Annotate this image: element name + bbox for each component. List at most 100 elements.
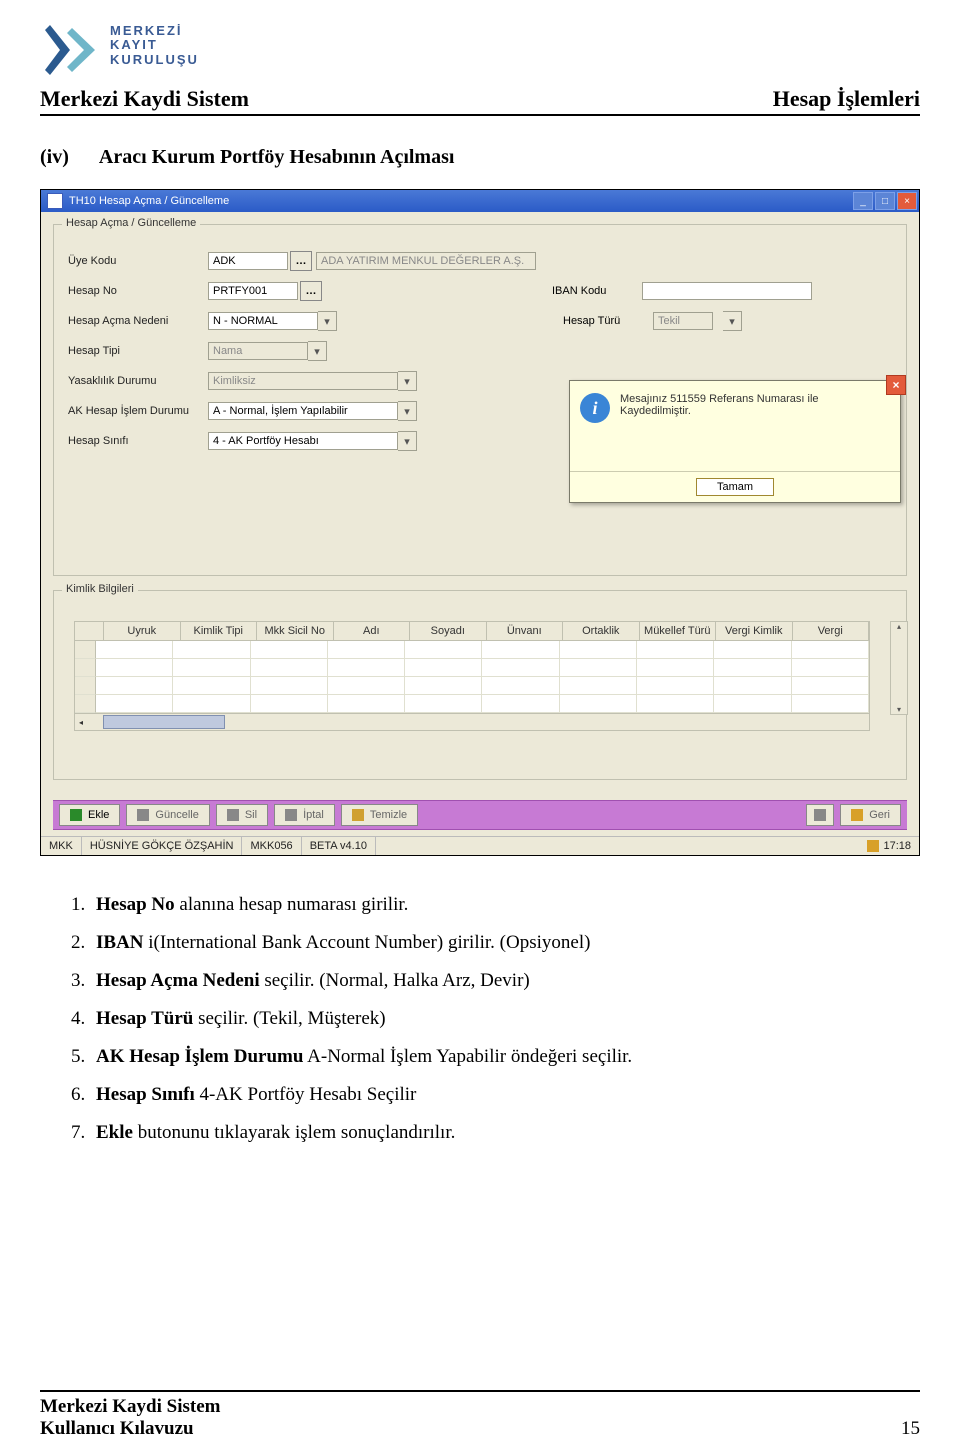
page-number: 15 [901, 1418, 920, 1440]
status-time: 17:18 [859, 837, 919, 855]
grid-header: Vergi Kimlik [716, 622, 793, 641]
label-iban-kodu: IBAN Kodu [552, 285, 632, 297]
input-uye-kodu[interactable]: ADK [208, 252, 288, 270]
print-button[interactable] [806, 804, 834, 826]
vertical-scrollbar[interactable]: ▴▾ [890, 621, 908, 715]
iptal-button[interactable]: İptal [274, 804, 335, 826]
page-header-bar: Merkezi Kaydi Sistem Hesap İşlemleri [40, 86, 920, 116]
label-ak-islem: AK Hesap İşlem Durumu [68, 405, 208, 417]
clear-icon [352, 809, 364, 821]
action-bar: Ekle Güncelle Sil İptal Temizle Geri [53, 800, 907, 830]
popup-message: Mesajınız 511559 Referans Numarası ile K… [620, 393, 890, 417]
page-footer: Merkezi Kaydi Sistem Kullanıcı Kılavuzu … [40, 1390, 920, 1440]
cancel-icon [285, 809, 297, 821]
brand-line2: KAYIT [110, 38, 199, 52]
info-popup: × i Mesajınız 511559 Referans Numarası i… [569, 380, 901, 503]
chevron-down-icon[interactable]: ▾ [398, 431, 417, 451]
label-hesap-acma-nedeni: Hesap Açma Nedeni [68, 315, 208, 327]
chevron-down-icon[interactable]: ▾ [723, 311, 742, 331]
label-uye-kodu: Üye Kodu [68, 255, 208, 267]
grid-header: Uyruk [104, 622, 181, 641]
app-window: TH10 Hesap Açma / Güncelleme _ □ × Hesap… [40, 189, 920, 856]
minimize-button[interactable]: _ [853, 192, 873, 210]
steps-list: Hesap No alanına hesap numarası girilir.… [90, 886, 920, 1152]
app-icon [47, 193, 63, 209]
horizontal-scrollbar[interactable]: ◂ [75, 713, 869, 730]
status-cell [376, 837, 860, 855]
grid-header: Kimlik Tipi [181, 622, 258, 641]
grid-header: Mükellef Türü [640, 622, 717, 641]
brand-header: MERKEZİ KAYIT KURULUŞU [40, 20, 920, 80]
input-hesap-no[interactable]: PRTFY001 [208, 282, 298, 300]
status-cell: MKK056 [242, 837, 301, 855]
step-item: Hesap Açma Nedeni seçilir. (Normal, Halk… [90, 962, 920, 1000]
select-hesap-sinifi[interactable]: 4 - AK Portföy Hesabı [208, 432, 398, 450]
status-cell: MKK [41, 837, 82, 855]
sil-button[interactable]: Sil [216, 804, 268, 826]
lookup-uye-kodu-button[interactable]: … [290, 251, 312, 271]
section-title: Aracı Kurum Portföy Hesabının Açılması [99, 146, 455, 169]
select-ak-islem[interactable]: A - Normal, İşlem Yapılabilir [208, 402, 398, 420]
maximize-button[interactable]: □ [875, 192, 895, 210]
fieldset-legend: Hesap Açma / Güncelleme [62, 217, 200, 229]
chevron-down-icon[interactable]: ▾ [308, 341, 327, 361]
grid-row[interactable] [75, 677, 869, 695]
select-yasaklilik[interactable]: Kimliksiz [208, 372, 398, 390]
window-titlebar: TH10 Hesap Açma / Güncelleme _ □ × [41, 190, 919, 212]
guncelle-button[interactable]: Güncelle [126, 804, 209, 826]
print-icon [814, 809, 826, 821]
status-cell: BETA v4.10 [302, 837, 376, 855]
step-item: Hesap No alanına hesap numarası girilir. [90, 886, 920, 924]
delete-icon [227, 809, 239, 821]
popup-ok-button[interactable]: Tamam [696, 478, 774, 496]
header-right: Hesap İşlemleri [773, 86, 920, 112]
step-item: IBAN i(International Bank Account Number… [90, 924, 920, 962]
ekle-button[interactable]: Ekle [59, 804, 120, 826]
popup-close-button[interactable]: × [886, 375, 906, 395]
label-hesap-turu: Hesap Türü [563, 315, 643, 327]
lock-icon [867, 840, 879, 852]
footer-line2: Kullanıcı Kılavuzu [40, 1418, 220, 1440]
identity-grid: Uyruk Kimlik Tipi Mkk Sicil No Adı Soyad… [74, 621, 870, 731]
step-item: Hesap Sınıfı 4-AK Portföy Hesabı Seçilir [90, 1076, 920, 1114]
grid-row[interactable] [75, 659, 869, 677]
status-cell: HÜSNİYE GÖKÇE ÖZŞAHİN [82, 837, 243, 855]
refresh-icon [137, 809, 149, 821]
grid-header: Soyadı [410, 622, 487, 641]
fieldset-kimlik-bilgileri: Kimlik Bilgileri Uyruk Kimlik Tipi Mkk S… [53, 590, 907, 780]
brand-line1: MERKEZİ [110, 24, 199, 38]
grid-row[interactable] [75, 695, 869, 713]
chevron-down-icon[interactable]: ▾ [318, 311, 337, 331]
brand-line3: KURULUŞU [110, 53, 199, 67]
status-bar: MKK HÜSNİYE GÖKÇE ÖZŞAHİN MKK056 BETA v4… [41, 836, 919, 855]
grid-header: Mkk Sicil No [257, 622, 334, 641]
step-item: Hesap Türü seçilir. (Tekil, Müşterek) [90, 1000, 920, 1038]
temizle-button[interactable]: Temizle [341, 804, 418, 826]
lookup-hesap-no-button[interactable]: … [300, 281, 322, 301]
grid-header: Ünvanı [487, 622, 564, 641]
brand-logo [40, 20, 100, 80]
step-item: Ekle butonunu tıklayarak işlem sonuçland… [90, 1114, 920, 1152]
brand-text: MERKEZİ KAYIT KURULUŞU [110, 24, 199, 67]
fieldset2-legend: Kimlik Bilgileri [62, 583, 138, 595]
footer-line1: Merkezi Kaydi Sistem [40, 1396, 220, 1418]
grid-header: Vergi [793, 622, 870, 641]
back-icon [851, 809, 863, 821]
close-button[interactable]: × [897, 192, 917, 210]
display-uye-adi: ADA YATIRIM MENKUL DEĞERLER A.Ş. [316, 252, 536, 270]
info-icon: i [580, 393, 610, 423]
select-hesap-turu[interactable]: Tekil [653, 312, 713, 330]
label-yasaklilik: Yasaklılık Durumu [68, 375, 208, 387]
section-heading: (iv) Aracı Kurum Portföy Hesabının Açılm… [40, 146, 920, 169]
select-hesap-tipi[interactable]: Nama [208, 342, 308, 360]
input-iban-kodu[interactable] [642, 282, 812, 300]
step-item: AK Hesap İşlem Durumu A-Normal İşlem Yap… [90, 1038, 920, 1076]
header-left: Merkezi Kaydi Sistem [40, 86, 249, 112]
geri-button[interactable]: Geri [840, 804, 901, 826]
grid-corner [75, 622, 104, 641]
chevron-down-icon[interactable]: ▾ [398, 371, 417, 391]
grid-header: Ortaklik [563, 622, 640, 641]
chevron-down-icon[interactable]: ▾ [398, 401, 417, 421]
select-hesap-acma-nedeni[interactable]: N - NORMAL [208, 312, 318, 330]
grid-row[interactable] [75, 641, 869, 659]
